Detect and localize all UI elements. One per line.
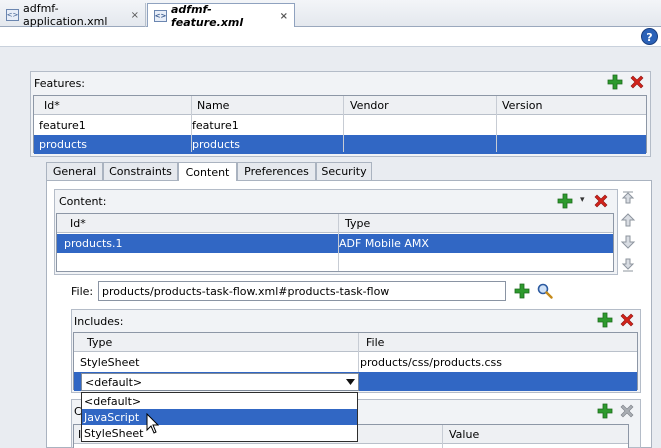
editor-toolbar xyxy=(0,27,661,47)
table-header: Id* Type xyxy=(57,214,613,233)
add-feature-icon[interactable] xyxy=(607,74,623,90)
move-bottom-icon[interactable] xyxy=(620,257,636,273)
tab-content[interactable]: Content xyxy=(178,162,237,181)
editor-tab-feature-xml[interactable]: <> adfmf-feature.xml × xyxy=(147,3,295,29)
cell-type: ADF Mobile AMX xyxy=(339,237,429,250)
cell-type: StyleSheet xyxy=(80,356,140,369)
move-up-icon[interactable] xyxy=(620,212,636,228)
tab-security[interactable]: Security xyxy=(316,162,372,180)
cell-name: feature1 xyxy=(192,119,239,132)
column-header-file[interactable]: File xyxy=(366,336,384,349)
move-down-icon[interactable] xyxy=(620,234,636,250)
content-title: Content: xyxy=(59,195,107,208)
column-header-name[interactable]: Name xyxy=(197,99,229,112)
cell-name: products xyxy=(192,138,241,151)
column-header-value[interactable]: Value xyxy=(449,428,479,441)
column-header-id[interactable]: Id* xyxy=(70,217,86,230)
cell-id: products.1 xyxy=(64,237,123,250)
features-table: Id* Name Vendor Version feature1 feature… xyxy=(33,95,647,154)
include-type-dropdown-list: <default> JavaScript StyleSheet xyxy=(81,392,358,442)
close-tab-icon[interactable]: × xyxy=(280,11,288,22)
dropdown-option-highlighted[interactable]: JavaScript xyxy=(82,409,357,425)
include-type-combo[interactable]: <default> xyxy=(81,373,359,391)
editor-tab-application-xml[interactable]: <> adfmf-application.xml × xyxy=(0,2,146,28)
delete-content-icon[interactable] xyxy=(593,193,609,209)
chevron-down-icon[interactable] xyxy=(346,379,355,386)
table-row-selected[interactable]: products products xyxy=(34,135,646,154)
table-header: Id* Name Vendor Version xyxy=(34,96,646,115)
xml-file-icon: <> xyxy=(6,9,19,21)
add-row-icon[interactable] xyxy=(597,403,613,419)
content-table: Id* Type products.1 ADF Mobile AMX xyxy=(56,213,614,272)
editor-tab-label: adfmf-feature.xml xyxy=(171,3,244,29)
tab-general[interactable]: General xyxy=(46,162,103,180)
delete-row-icon-disabled xyxy=(620,404,634,418)
add-content-icon[interactable] xyxy=(557,193,573,209)
table-row[interactable]: feature1 feature1 xyxy=(34,116,646,135)
dropdown-option[interactable]: <default> xyxy=(82,393,357,409)
delete-include-icon[interactable] xyxy=(619,312,635,328)
search-icon[interactable] xyxy=(537,283,553,299)
dropdown-option[interactable]: StyleSheet xyxy=(82,425,357,441)
cell-file: products/css/products.css xyxy=(360,356,503,369)
tab-constraints[interactable]: Constraints xyxy=(103,162,178,180)
editor-tab-label: adfmf-application.xml xyxy=(23,2,108,28)
help-icon[interactable]: ? xyxy=(641,28,658,45)
column-header-vendor[interactable]: Vendor xyxy=(350,99,389,112)
column-header-id[interactable]: Id* xyxy=(44,99,60,112)
table-row-selected[interactable]: products.1 ADF Mobile AMX xyxy=(57,234,613,253)
column-header-type[interactable]: Type xyxy=(87,336,112,349)
add-file-icon[interactable] xyxy=(514,283,530,299)
column-header-version[interactable]: Version xyxy=(502,99,542,112)
add-dropdown-arrow-icon[interactable]: ▾ xyxy=(580,195,585,205)
features-title: Features: xyxy=(34,77,86,90)
table-row[interactable]: StyleSheet products/css/products.css xyxy=(74,353,637,372)
includes-title: Includes: xyxy=(74,315,124,328)
column-header-type[interactable]: Type xyxy=(345,217,370,230)
cell-id: feature1 xyxy=(39,119,86,132)
file-input[interactable] xyxy=(98,281,506,301)
add-include-icon[interactable] xyxy=(597,312,613,328)
xml-file-icon: <> xyxy=(154,10,167,22)
combo-value: <default> xyxy=(85,376,143,389)
delete-feature-icon[interactable] xyxy=(629,74,645,90)
table-header: Type File xyxy=(74,333,637,352)
cell-id: products xyxy=(39,138,88,151)
move-top-icon[interactable] xyxy=(620,189,636,205)
file-label: File: xyxy=(71,285,94,298)
close-tab-icon[interactable]: × xyxy=(131,10,139,21)
tab-preferences[interactable]: Preferences xyxy=(237,162,316,180)
mouse-pointer-icon xyxy=(146,413,160,434)
